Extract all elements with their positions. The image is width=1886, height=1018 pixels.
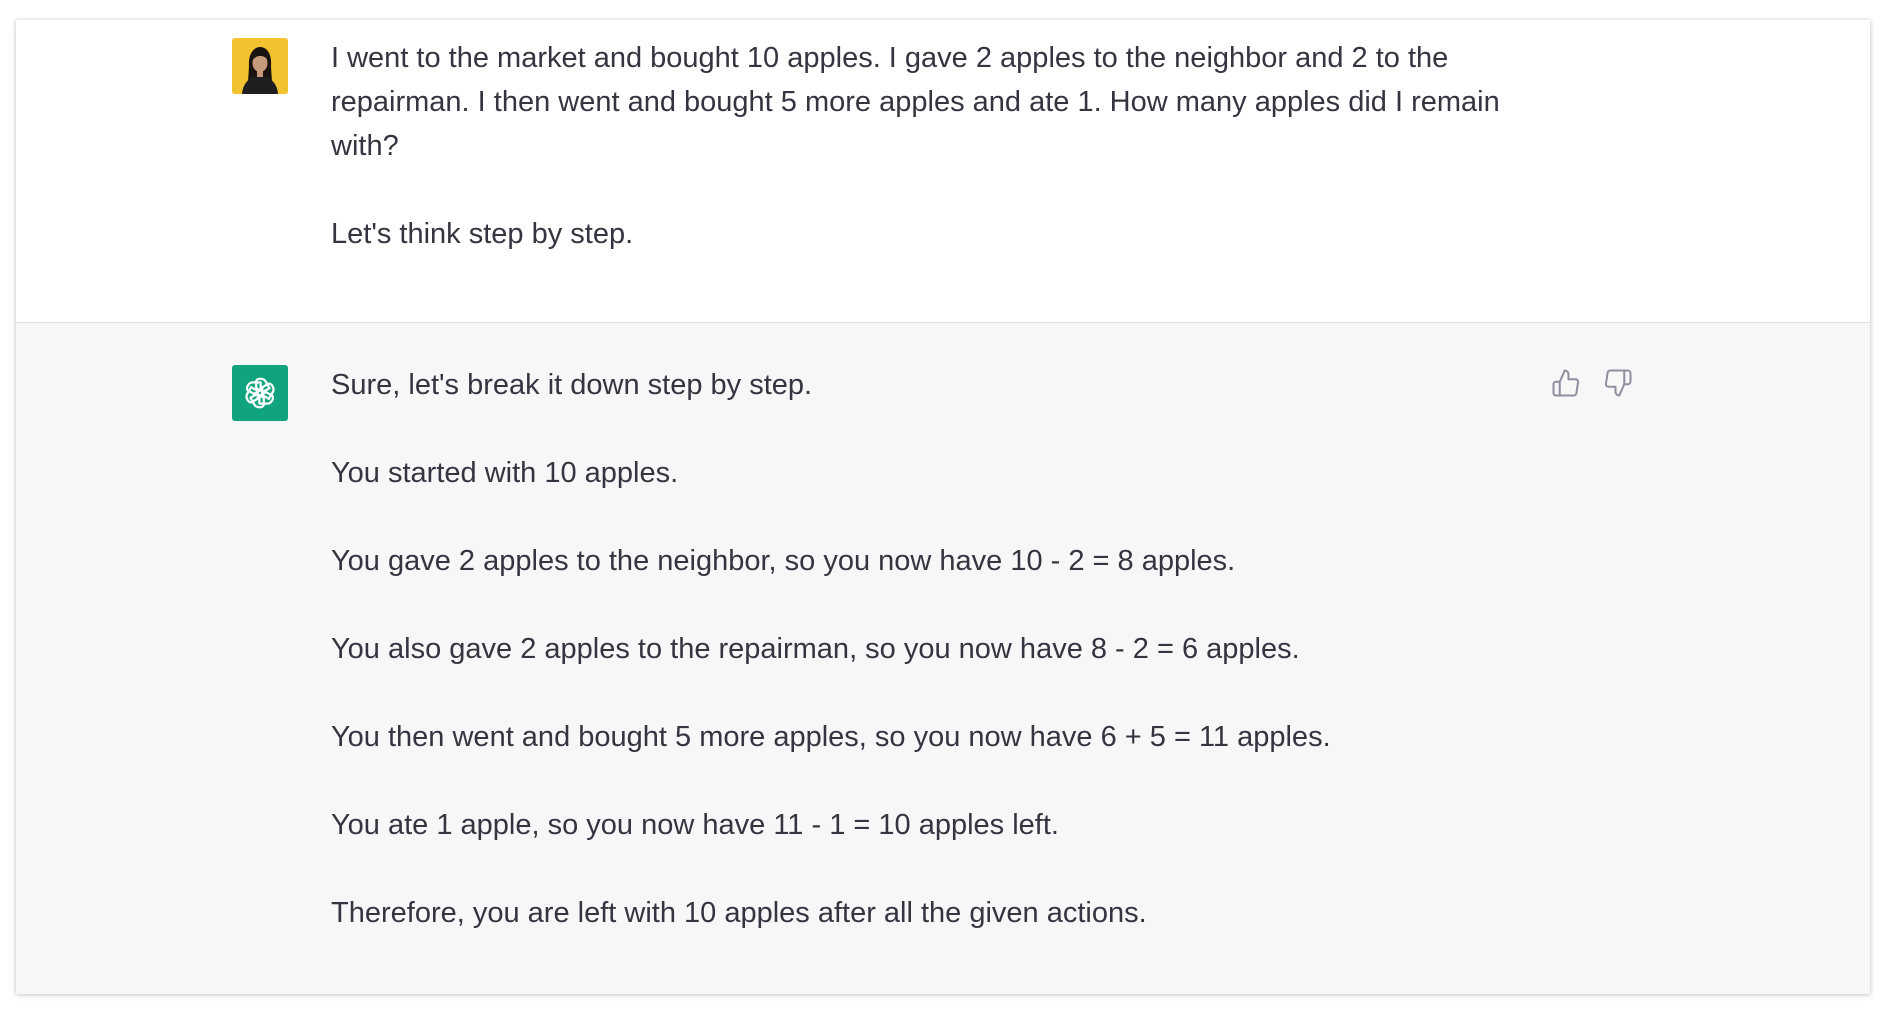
assistant-paragraph: You then went and bought 5 more apples, … [331, 721, 1331, 753]
thumbs-down-button[interactable] [1602, 367, 1634, 399]
assistant-paragraph: You also gave 2 apples to the repairman,… [331, 633, 1300, 665]
user-message-text: I went to the market and bought 10 apple… [331, 36, 1571, 256]
assistant-paragraph: Therefore, you are left with 10 apples a… [331, 897, 1147, 929]
thumbs-down-icon [1604, 369, 1632, 397]
openai-logo-icon [245, 377, 275, 409]
assistant-avatar [232, 365, 288, 421]
user-message-line: I went to the market and bought 10 apple… [331, 42, 1500, 162]
assistant-paragraph: You started with 10 apples. [331, 457, 679, 489]
assistant-message-row: Sure, let's break it down step by step. … [16, 323, 1870, 994]
assistant-paragraph: You gave 2 apples to the neighbor, so yo… [331, 545, 1236, 577]
assistant-message-text: Sure, let's break it down step by step. … [331, 363, 1571, 935]
assistant-paragraph: Sure, let's break it down step by step. [331, 369, 813, 401]
user-message-row: I went to the market and bought 10 apple… [16, 20, 1870, 323]
chat-window: I went to the market and bought 10 apple… [16, 20, 1870, 994]
assistant-paragraph: You ate 1 apple, so you now have 11 - 1 … [331, 809, 1059, 841]
thumbs-up-button[interactable] [1550, 367, 1582, 399]
thumbs-up-icon [1552, 369, 1580, 397]
user-message-line: Let's think step by step. [331, 218, 634, 250]
user-avatar [232, 38, 288, 94]
feedback-buttons [1550, 367, 1634, 399]
